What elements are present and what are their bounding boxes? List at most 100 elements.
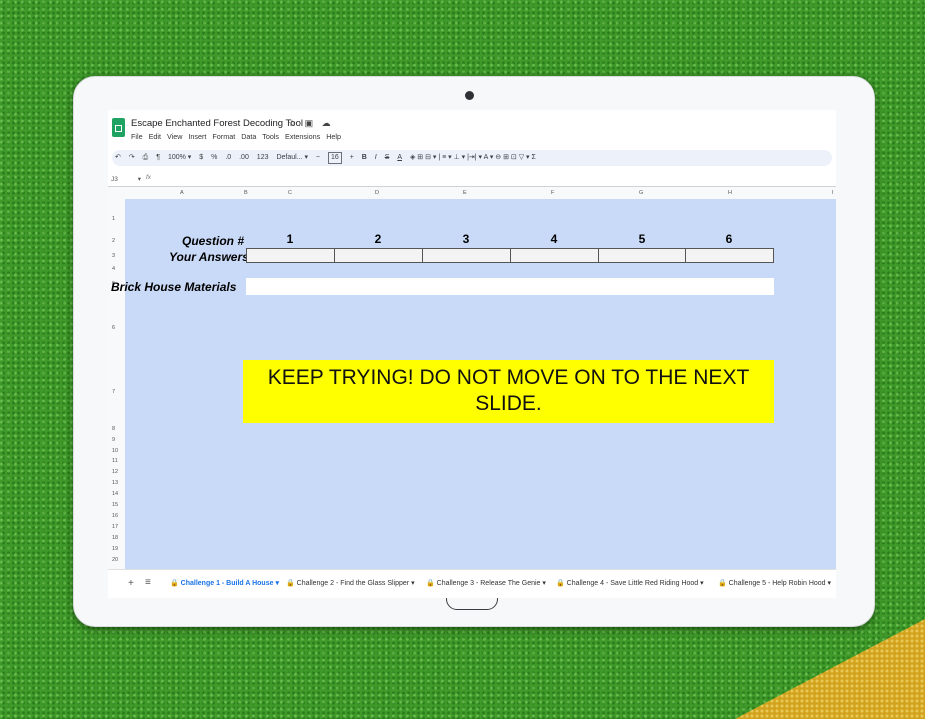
toolbar-more-icons[interactable]: ◈ ⊞ ⊟ ▾ | ≡ ▾ ⊥ ▾ |⇥| ▾ A ▾ ⊖ ⊞ ⊡ ▽ ▾ Σ	[410, 150, 536, 166]
tab-challenge-4[interactable]: 🔒 Challenge 4 - Save Little Red Riding H…	[556, 579, 704, 587]
row-header[interactable]: 20	[112, 557, 118, 563]
font-select[interactable]: Defaul... ▾	[276, 150, 308, 166]
add-sheet-button[interactable]: +	[128, 578, 134, 589]
row-header[interactable]: 10	[112, 448, 118, 454]
tab-label: Challenge 5 - Help Robin Hood	[728, 580, 826, 587]
menu-view[interactable]: View	[167, 132, 182, 141]
number-format-button[interactable]: 123	[257, 150, 269, 166]
row-header[interactable]: 19	[112, 546, 118, 552]
currency-button[interactable]: $	[199, 150, 203, 166]
row-header[interactable]: 14	[112, 491, 118, 497]
title-bar: Escape Enchanted Forest Decoding Tool ☆ …	[108, 110, 836, 146]
brick-house-materials-cell[interactable]	[246, 278, 774, 295]
column-header-f[interactable]: F	[551, 190, 554, 196]
column-header-a[interactable]: A	[180, 190, 184, 196]
formula-bar: J3 ▾ fx	[108, 172, 836, 187]
question-number: 1	[286, 232, 294, 246]
tab-label: Challenge 2 - Find the Glass Slipper	[296, 580, 410, 587]
menu-format[interactable]: Format	[212, 132, 235, 141]
column-header-d[interactable]: D	[375, 190, 379, 196]
row-header[interactable]: 4	[112, 266, 115, 272]
question-label: Question #	[182, 234, 245, 248]
menu-tools[interactable]: Tools	[262, 132, 279, 141]
sheets-logo-icon[interactable]	[112, 118, 125, 137]
font-size-decrease-button[interactable]: −	[316, 150, 320, 166]
row-header[interactable]: 1	[112, 216, 115, 222]
row-header[interactable]: 2	[112, 238, 115, 244]
spreadsheet-screen: Escape Enchanted Forest Decoding Tool ☆ …	[108, 110, 836, 598]
question-number: 5	[638, 232, 646, 246]
redo-icon[interactable]: ↷	[129, 150, 135, 166]
menu-help[interactable]: Help	[326, 132, 341, 141]
column-header-g[interactable]: G	[639, 190, 643, 196]
row-header[interactable]: 6	[112, 325, 115, 331]
row-header[interactable]: 13	[112, 480, 118, 486]
font-size-input[interactable]: 16	[327, 152, 342, 164]
menu-file[interactable]: File	[131, 132, 143, 141]
increase-decimal-button[interactable]: .00	[239, 150, 249, 166]
paint-format-icon[interactable]: ¶	[156, 150, 160, 166]
question-number: 4	[550, 232, 558, 246]
menu-data[interactable]: Data	[241, 132, 256, 141]
name-box[interactable]: J3 ▾	[111, 175, 141, 183]
tab-challenge-1[interactable]: 🔒 Challenge 1 - Build A House ▾	[170, 579, 279, 587]
italic-button[interactable]: I	[375, 150, 377, 166]
row-header[interactable]: 7	[112, 389, 115, 395]
question-number: 3	[462, 232, 470, 246]
row-header[interactable]: 3	[112, 253, 115, 259]
answer-cell-3[interactable]	[422, 248, 511, 263]
zoom-select[interactable]: 100% ▾	[168, 150, 191, 166]
answer-cell-5[interactable]	[598, 248, 686, 263]
keep-trying-banner: KEEP TRYING! DO NOT MOVE ON TO THE NEXT …	[243, 360, 774, 423]
row-header[interactable]: 18	[112, 535, 118, 541]
your-answers-label: Your Answers	[169, 250, 249, 264]
fx-icon: fx	[146, 174, 152, 181]
row-header[interactable]: 9	[112, 437, 115, 443]
decrease-decimal-button[interactable]: .0	[225, 150, 231, 166]
row-header[interactable]: 12	[112, 469, 118, 475]
document-title[interactable]: Escape Enchanted Forest Decoding Tool	[131, 118, 303, 129]
strikethrough-button[interactable]: S	[385, 150, 390, 166]
undo-icon[interactable]: ↶	[115, 150, 121, 166]
bold-button[interactable]: B	[362, 150, 367, 166]
column-header-c[interactable]: C	[288, 190, 292, 196]
answer-cell-4[interactable]	[510, 248, 599, 263]
chevron-down-icon: ▾	[137, 176, 141, 183]
tab-challenge-5[interactable]: 🔒 Challenge 5 - Help Robin Hood ▾	[718, 579, 831, 587]
answer-cell-6[interactable]	[685, 248, 774, 263]
row-header[interactable]: 15	[112, 502, 118, 508]
menu-edit[interactable]: Edit	[149, 132, 161, 141]
brick-house-materials-label: Brick House Materials	[111, 280, 237, 294]
answer-cell-1[interactable]	[246, 248, 335, 263]
tab-label: Challenge 4 - Save Little Red Riding Hoo…	[566, 580, 699, 587]
percent-button[interactable]: %	[211, 150, 217, 166]
name-box-value: J3	[111, 176, 118, 183]
column-header-e[interactable]: E	[463, 190, 467, 196]
question-number: 2	[374, 232, 382, 246]
row-headers: 1 2 3 4 5 6 7 8 9 10 11 12 13 14 15 16 1…	[108, 199, 126, 579]
font-size-increase-button[interactable]: +	[350, 150, 354, 166]
column-header-b[interactable]: B	[244, 190, 248, 196]
star-move-cloud-icons[interactable]: ☆ ▣ ☁	[288, 118, 334, 129]
row-header[interactable]: 8	[112, 426, 115, 432]
column-header-i[interactable]: I	[832, 190, 834, 196]
answer-cell-2[interactable]	[334, 248, 423, 263]
question-number: 6	[725, 232, 733, 246]
print-icon[interactable]: ⎙	[143, 150, 149, 166]
tab-label: Challenge 3 - Release The Genie	[436, 580, 541, 587]
tab-challenge-3[interactable]: 🔒 Challenge 3 - Release The Genie ▾	[426, 579, 546, 587]
menu-extensions[interactable]: Extensions	[285, 132, 320, 141]
camera-icon	[465, 91, 474, 100]
tab-challenge-2[interactable]: 🔒 Challenge 2 - Find the Glass Slipper ▾	[286, 579, 415, 587]
text-color-button[interactable]: A	[397, 150, 402, 166]
row-header[interactable]: 11	[112, 458, 118, 464]
toolbar: ↶ ↷ ⎙ ¶ 100% ▾ $ % .0 .00 123 Defaul... …	[112, 150, 832, 166]
row-header[interactable]: 16	[112, 513, 118, 519]
all-sheets-button[interactable]: ≡	[145, 577, 151, 588]
sheet-tabs-bar: + ≡ 🔒 Challenge 1 - Build A House ▾ 🔒 Ch…	[108, 569, 836, 598]
menu-insert[interactable]: Insert	[188, 132, 206, 141]
row-header[interactable]: 17	[112, 524, 118, 530]
column-header-h[interactable]: H	[728, 190, 732, 196]
tab-label: Challenge 1 - Build A House	[180, 580, 274, 587]
gold-glitter-corner	[735, 619, 925, 719]
